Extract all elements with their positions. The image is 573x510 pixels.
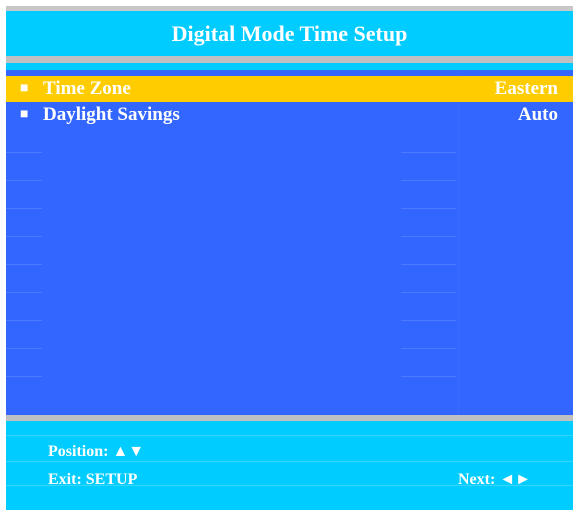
time-setup-menu: Digital Mode Time Setup ■ Time Zone East… (6, 6, 573, 510)
row-separator (401, 208, 456, 209)
row-separator (401, 376, 456, 377)
bullet-icon: ■ (20, 81, 29, 96)
menu-list: ■ Time Zone Eastern ■ Daylight Savings A… (6, 70, 573, 415)
header-divider (6, 56, 573, 63)
row-separator (6, 236, 42, 237)
row-separator (401, 152, 456, 153)
row-separator (401, 236, 456, 237)
row-separator (6, 180, 42, 181)
row-separator (6, 376, 42, 377)
row-separator (401, 264, 456, 265)
row-separator (401, 292, 456, 293)
menu-item-daylight-savings[interactable]: ■ Daylight Savings Auto (6, 102, 573, 128)
footer-scanline (6, 461, 573, 462)
next-hint: Next: ◄► (458, 471, 531, 488)
menu-item-label: Daylight Savings (43, 104, 180, 125)
row-separator (6, 208, 42, 209)
footer-scanline (6, 435, 573, 436)
row-separator (6, 348, 42, 349)
row-separator (401, 348, 456, 349)
exit-hint: Exit: SETUP (48, 471, 138, 488)
row-separator (401, 320, 456, 321)
position-hint: Position: ▲▼ (48, 443, 145, 460)
menu-item-time-zone[interactable]: ■ Time Zone Eastern (6, 76, 573, 102)
menu-item-value: Auto (517, 104, 558, 125)
footer-help: Position: ▲▼ Exit: SETUP Next: ◄► (6, 421, 573, 510)
row-separator (401, 180, 456, 181)
row-separator (6, 320, 42, 321)
row-separator (6, 264, 42, 265)
menu-item-value: Eastern (494, 78, 558, 99)
row-separator (6, 152, 42, 153)
page-title: Digital Mode Time Setup (171, 21, 408, 46)
row-separator (6, 292, 42, 293)
bullet-icon: ■ (20, 107, 29, 122)
menu-item-label: Time Zone (43, 78, 131, 99)
